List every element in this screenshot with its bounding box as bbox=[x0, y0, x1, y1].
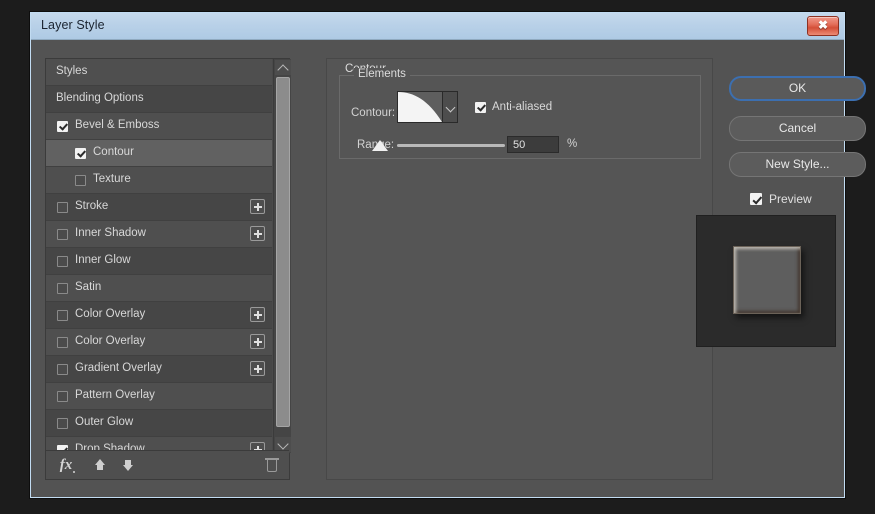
style-enable-checkbox[interactable] bbox=[57, 364, 68, 375]
layer-preview-thumbnail bbox=[696, 215, 836, 347]
style-list-item-label: Color Overlay bbox=[75, 335, 146, 347]
style-list-item-color-overlay[interactable]: Color Overlay bbox=[46, 329, 272, 356]
contour-curve-preview[interactable] bbox=[397, 91, 443, 123]
close-icon: ✖ bbox=[817, 18, 829, 32]
style-list-item-gradient-overlay[interactable]: Gradient Overlay bbox=[46, 356, 272, 383]
style-list-item-pattern-overlay[interactable]: Pattern Overlay bbox=[46, 383, 272, 410]
style-enable-checkbox[interactable] bbox=[57, 310, 68, 321]
style-list-item-blending-options[interactable]: Blending Options bbox=[46, 86, 272, 113]
fx-icon[interactable]: fx bbox=[56, 455, 76, 475]
add-effect-icon[interactable] bbox=[250, 226, 265, 241]
contour-curve-icon bbox=[398, 92, 442, 122]
fx-dot bbox=[73, 471, 75, 473]
checkbox-box bbox=[475, 102, 486, 113]
preview-label: Preview bbox=[769, 192, 812, 206]
style-enable-checkbox[interactable] bbox=[57, 256, 68, 267]
style-list-item-label: Color Overlay bbox=[75, 308, 146, 320]
style-list-item-stroke[interactable]: Stroke bbox=[46, 194, 272, 221]
fx-label: fx bbox=[59, 457, 73, 473]
dialog-body: Styles Blending Options Bevel & Emboss Cont… bbox=[31, 40, 866, 497]
style-list-item-inner-glow[interactable]: Inner Glow bbox=[46, 248, 272, 275]
scroll-up-button[interactable] bbox=[275, 60, 291, 76]
arrow-down-icon[interactable] bbox=[118, 455, 138, 475]
style-list-item-label: Inner Glow bbox=[75, 254, 131, 266]
style-list-item-inner-shadow[interactable]: Inner Shadow bbox=[46, 221, 272, 248]
chevron-down-icon bbox=[277, 438, 289, 450]
chevron-up-icon bbox=[277, 64, 289, 76]
style-list-item-styles[interactable]: Styles bbox=[46, 59, 272, 86]
styles-list: Styles Blending Options Bevel & Emboss Cont… bbox=[46, 59, 272, 453]
style-enable-checkbox[interactable] bbox=[57, 121, 68, 132]
elements-legend: Elements bbox=[354, 68, 410, 80]
style-list-item-satin[interactable]: Satin bbox=[46, 275, 272, 302]
title-bar: Layer Style ✖ bbox=[31, 13, 844, 40]
checkbox-box bbox=[750, 193, 762, 205]
add-effect-icon[interactable] bbox=[250, 307, 265, 322]
contour-field-label: Contour: bbox=[351, 107, 396, 119]
style-list-item-color-overlay[interactable]: Color Overlay bbox=[46, 302, 272, 329]
range-value: 50 bbox=[513, 139, 526, 151]
add-effect-icon[interactable] bbox=[250, 361, 265, 376]
style-enable-checkbox[interactable] bbox=[57, 229, 68, 240]
cancel-button[interactable]: Cancel bbox=[729, 116, 866, 141]
styles-scrollbar[interactable] bbox=[273, 59, 291, 453]
style-list-item-label: Contour bbox=[93, 146, 134, 158]
style-list-item-bevel-emboss[interactable]: Bevel & Emboss bbox=[46, 113, 272, 140]
style-enable-checkbox[interactable] bbox=[57, 418, 68, 429]
style-enable-checkbox[interactable] bbox=[57, 283, 68, 294]
style-list-item-label: Texture bbox=[93, 173, 131, 185]
style-list-item-label: Blending Options bbox=[56, 92, 144, 104]
arrow-up-icon[interactable] bbox=[90, 455, 110, 475]
trash-icon[interactable] bbox=[265, 457, 279, 473]
new-style-button[interactable]: New Style... bbox=[729, 152, 866, 177]
style-enable-checkbox[interactable] bbox=[57, 337, 68, 348]
style-list-item-texture[interactable]: Texture bbox=[46, 167, 272, 194]
styles-list-viewport: Styles Blending Options Bevel & Emboss Cont… bbox=[46, 59, 291, 453]
style-list-item-contour[interactable]: Contour bbox=[46, 140, 272, 167]
style-list-item-label: Gradient Overlay bbox=[75, 362, 162, 374]
style-list-item-label: Stroke bbox=[75, 200, 109, 212]
style-enable-checkbox[interactable] bbox=[57, 391, 68, 402]
add-effect-icon[interactable] bbox=[250, 334, 265, 349]
styles-list-panel: Styles Blending Options Bevel & Emboss Cont… bbox=[45, 58, 291, 480]
range-unit: % bbox=[567, 138, 578, 150]
contour-dropdown-button[interactable] bbox=[443, 91, 458, 123]
style-list-item-label: Pattern Overlay bbox=[75, 389, 155, 401]
style-list-item-label: Satin bbox=[75, 281, 102, 293]
style-list-item-label: Styles bbox=[56, 65, 88, 77]
style-list-item-outer-glow[interactable]: Outer Glow bbox=[46, 410, 272, 437]
anti-aliased-label: Anti-aliased bbox=[492, 101, 553, 113]
close-button[interactable]: ✖ bbox=[807, 16, 839, 36]
style-enable-checkbox[interactable] bbox=[75, 175, 86, 186]
styles-list-toolbar: fx bbox=[46, 450, 289, 479]
layer-style-dialog: Layer Style ✖ Styles Blending Options Beve… bbox=[30, 12, 866, 498]
range-slider-track[interactable] bbox=[397, 144, 505, 147]
ok-button[interactable]: OK bbox=[729, 76, 866, 101]
range-input[interactable]: 50 bbox=[507, 136, 559, 153]
add-effect-icon[interactable] bbox=[250, 199, 265, 214]
style-list-item-label: Bevel & Emboss bbox=[75, 119, 160, 131]
range-slider-thumb[interactable] bbox=[372, 140, 388, 151]
scrollbar-thumb[interactable] bbox=[276, 77, 290, 427]
style-list-item-label: Outer Glow bbox=[75, 416, 134, 428]
preview-beveled-square bbox=[733, 246, 801, 314]
window-title: Layer Style bbox=[41, 18, 105, 32]
chevron-down-icon bbox=[445, 102, 456, 113]
style-list-item-label: Inner Shadow bbox=[75, 227, 146, 239]
contour-settings-panel: Contour Elements Contour: Anti-aliased R… bbox=[326, 58, 713, 480]
style-enable-checkbox[interactable] bbox=[57, 202, 68, 213]
style-enable-checkbox[interactable] bbox=[75, 148, 86, 159]
